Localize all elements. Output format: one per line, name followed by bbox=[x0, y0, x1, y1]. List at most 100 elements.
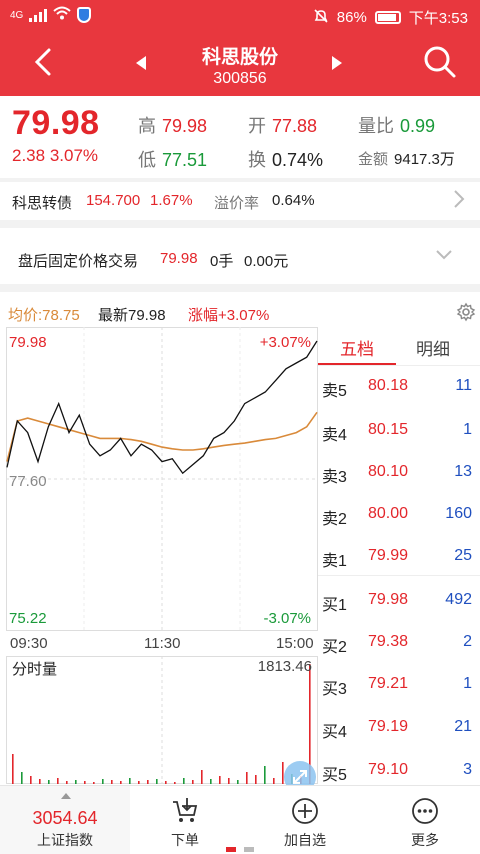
chevron-down-icon[interactable] bbox=[434, 248, 454, 266]
y-label-bottom: 75.22 bbox=[9, 610, 47, 627]
add-watchlist-label: 加自选 bbox=[284, 832, 326, 848]
premium-label: 溢价率 bbox=[214, 195, 260, 212]
pct-label-top: +3.07% bbox=[260, 334, 311, 351]
pct-label-bottom: -3.07% bbox=[263, 610, 311, 627]
volume-bar bbox=[75, 780, 77, 784]
bid-row: 买3 79.21 1 bbox=[322, 675, 472, 698]
open-price: 开 77.88 bbox=[248, 116, 318, 136]
quote-panel: 79.98 2.38 3.07% 高 79.98 开 77.88 量比 0.99 低7… bbox=[0, 96, 480, 182]
volume-bar bbox=[39, 779, 41, 784]
volume-bar bbox=[120, 781, 122, 784]
convertible-bond-row[interactable]: 科思转债 154.700 1.67% 溢价率 0.64% bbox=[0, 182, 480, 220]
divider bbox=[318, 365, 480, 366]
more-button[interactable]: 更多 bbox=[370, 786, 480, 854]
stock-name: 科思股份 bbox=[201, 47, 278, 68]
ask-row: 卖1 79.99 25 bbox=[322, 547, 472, 570]
volume-bar bbox=[273, 778, 275, 784]
after-hours-volume: 0手 bbox=[210, 253, 234, 270]
more-label: 更多 bbox=[411, 832, 439, 848]
page-indicator bbox=[244, 847, 254, 852]
security-shield-icon bbox=[77, 7, 92, 23]
network-type: 4G bbox=[10, 9, 24, 21]
change-amount: 2.38 bbox=[12, 146, 46, 165]
battery-icon bbox=[374, 11, 401, 24]
avg-price-text: 均价:78.75 bbox=[8, 307, 80, 324]
volume-bar bbox=[228, 778, 230, 784]
low-price: 低 77.51 bbox=[138, 150, 208, 170]
divider bbox=[0, 220, 480, 228]
volume-bar bbox=[48, 780, 50, 784]
time-tick: 15:00 bbox=[276, 635, 314, 652]
order-book-tabs: 五档 明细 bbox=[318, 327, 480, 366]
nav-bar: 科思股份 300856 bbox=[0, 32, 480, 96]
ask-row: 卖2 80.00 160 bbox=[322, 505, 472, 528]
volume-bar bbox=[210, 779, 212, 784]
chevron-right-icon bbox=[452, 188, 466, 214]
bond-pct: 1.67% bbox=[150, 192, 193, 209]
volume-bar bbox=[21, 772, 23, 784]
volume-title: 分时量 bbox=[12, 661, 58, 678]
bid-row: 买4 79.19 21 bbox=[322, 718, 472, 741]
y-label-top: 79.98 bbox=[9, 334, 47, 351]
order-button[interactable]: 下单 bbox=[130, 786, 240, 854]
index-value: 3054.64 bbox=[32, 808, 98, 828]
add-watchlist-button[interactable]: 加自选 bbox=[250, 786, 360, 854]
change-percent: 3.07% bbox=[49, 146, 99, 165]
volume-bar bbox=[264, 766, 266, 784]
ask-row: 卖5 80.18 11 bbox=[322, 377, 472, 400]
volume-bar bbox=[57, 778, 59, 784]
next-stock-arrow-icon[interactable] bbox=[332, 56, 342, 70]
volume-bar bbox=[111, 780, 113, 784]
ask-row: 卖3 80.10 13 bbox=[322, 463, 472, 486]
bond-price: 154.700 bbox=[86, 192, 141, 209]
volume-bar bbox=[219, 776, 221, 784]
bid-row: 买1 79.98 492 bbox=[322, 591, 472, 614]
stock-code: 300856 bbox=[213, 70, 267, 87]
signal-icon bbox=[29, 8, 48, 22]
tab-five-levels[interactable]: 五档 bbox=[340, 335, 374, 360]
volume-bar bbox=[129, 778, 131, 784]
bid-row: 买2 79.38 2 bbox=[322, 633, 472, 656]
page-indicator-active bbox=[226, 847, 236, 852]
add-circle-icon bbox=[292, 798, 318, 824]
volume-bar bbox=[156, 779, 158, 784]
volume-ratio: 量比 0.99 bbox=[358, 116, 436, 136]
order-label: 下单 bbox=[171, 832, 199, 848]
more-dots-icon bbox=[412, 798, 438, 824]
volume-bar bbox=[183, 778, 185, 784]
y-label-mid: 77.60 bbox=[9, 473, 47, 490]
after-hours-amount: 0.00元 bbox=[244, 253, 289, 270]
cart-download-icon bbox=[173, 798, 198, 822]
volume-bar bbox=[165, 781, 167, 784]
status-bar: 4G 86% 下午3:53 bbox=[0, 0, 480, 32]
high-price: 高 79.98 bbox=[138, 116, 208, 136]
volume-bar bbox=[138, 781, 140, 784]
volume-bar bbox=[246, 772, 248, 784]
time-axis: 09:30 11:30 15:00 bbox=[0, 632, 320, 654]
battery-percent: 86% bbox=[336, 9, 367, 26]
turnover-rate: 换 0.74% bbox=[248, 150, 324, 170]
clock: 下午3:53 bbox=[408, 10, 468, 27]
mute-bell-icon bbox=[313, 8, 329, 28]
settings-gear-icon[interactable] bbox=[456, 302, 476, 326]
order-book: 五档 明细 卖5 80.18 11 卖4 80.15 1 卖3 80.10 13 卖2 80.… bbox=[318, 327, 480, 785]
intraday-chart[interactable]: 79.98 77.60 75.22 +3.07% -3.07% bbox=[6, 327, 318, 631]
volume-bar bbox=[192, 780, 194, 784]
time-tick: 09:30 bbox=[10, 635, 48, 652]
latest-price-text: 最新79.98 bbox=[98, 307, 166, 324]
intraday-summary: 均价:78.75 最新79.98 涨幅+3.07% bbox=[0, 300, 480, 324]
volume-bar bbox=[84, 781, 86, 784]
index-label: 上证指数 bbox=[37, 832, 93, 848]
volume-bar bbox=[255, 775, 257, 784]
bottom-toolbar: 3054.64 上证指数 下单 加自选 更多 bbox=[0, 785, 480, 854]
premium-value: 0.64% bbox=[272, 192, 315, 209]
search-icon[interactable] bbox=[422, 44, 458, 80]
after-hours-price: 79.98 bbox=[160, 250, 198, 267]
wifi-icon bbox=[53, 6, 72, 24]
divider bbox=[318, 575, 480, 576]
tab-details[interactable]: 明细 bbox=[416, 335, 450, 360]
volume-bar bbox=[237, 780, 239, 784]
change-pct-text: 涨幅+3.07% bbox=[188, 307, 270, 324]
index-ticker[interactable]: 3054.64 上证指数 bbox=[0, 786, 130, 854]
after-hours-row[interactable]: 盘后固定价格交易 79.98 0手 0.00元 bbox=[0, 236, 480, 282]
